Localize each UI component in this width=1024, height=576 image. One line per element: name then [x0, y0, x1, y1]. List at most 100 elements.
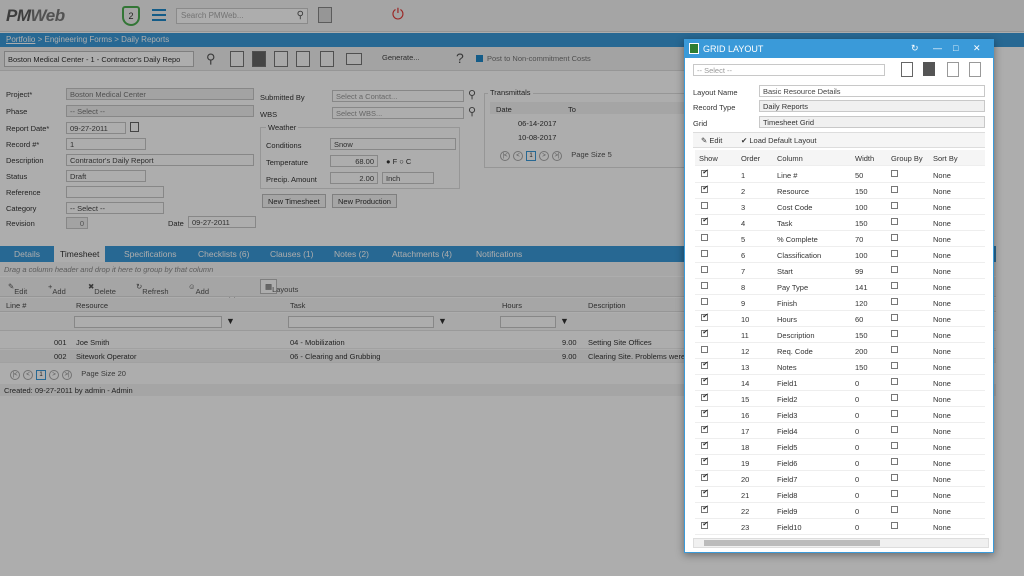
- sort-by-cell[interactable]: None: [933, 267, 951, 276]
- layout-row[interactable]: 23 Field10 0 None: [695, 519, 985, 535]
- layout-name-field[interactable]: Basic Resource Details: [759, 85, 985, 97]
- group-by-checkbox[interactable]: [891, 394, 898, 403]
- layout-row[interactable]: 6 Classification 100 None: [695, 247, 985, 263]
- group-by-checkbox[interactable]: [891, 442, 898, 451]
- width-cell[interactable]: 0: [855, 507, 859, 516]
- group-by-checkbox[interactable]: [891, 362, 898, 371]
- width-cell[interactable]: 0: [855, 523, 859, 532]
- dialog-edit-button[interactable]: ✎ Edit: [701, 136, 722, 145]
- layout-row[interactable]: 22 Field9 0 None: [695, 503, 985, 519]
- sort-by-cell[interactable]: None: [933, 299, 951, 308]
- sort-by-cell[interactable]: None: [933, 395, 951, 404]
- show-checkbox[interactable]: [701, 234, 708, 243]
- layout-row[interactable]: 2 Resource 150 None: [695, 183, 985, 199]
- group-by-checkbox[interactable]: [891, 378, 898, 387]
- group-by-checkbox[interactable]: [891, 202, 898, 211]
- width-cell[interactable]: 100: [855, 203, 868, 212]
- width-cell[interactable]: 150: [855, 219, 868, 228]
- layout-row[interactable]: 11 Description 150 None: [695, 327, 985, 343]
- width-cell[interactable]: 70: [855, 235, 863, 244]
- group-by-checkbox[interactable]: [891, 410, 898, 419]
- show-checkbox[interactable]: [701, 376, 708, 387]
- group-by-checkbox[interactable]: [891, 346, 898, 355]
- sort-by-cell[interactable]: None: [933, 459, 951, 468]
- show-checkbox[interactable]: [701, 266, 708, 275]
- width-cell[interactable]: 120: [855, 299, 868, 308]
- width-cell[interactable]: 141: [855, 283, 868, 292]
- show-checkbox[interactable]: [701, 328, 708, 339]
- refresh-icon[interactable]: ↻: [911, 43, 919, 54]
- width-cell[interactable]: 0: [855, 395, 859, 404]
- group-by-checkbox[interactable]: [891, 522, 898, 531]
- close-icon[interactable]: ✕: [973, 43, 981, 54]
- sort-by-cell[interactable]: None: [933, 363, 951, 372]
- width-cell[interactable]: 100: [855, 251, 868, 260]
- group-by-checkbox[interactable]: [891, 170, 898, 179]
- sort-by-cell[interactable]: None: [933, 251, 951, 260]
- group-by-checkbox[interactable]: [891, 298, 898, 307]
- show-checkbox[interactable]: [701, 520, 708, 531]
- width-cell[interactable]: 0: [855, 427, 859, 436]
- layout-row[interactable]: 16 Field3 0 None: [695, 407, 985, 423]
- width-cell[interactable]: 0: [855, 491, 859, 500]
- show-checkbox[interactable]: [701, 282, 708, 291]
- group-by-checkbox[interactable]: [891, 250, 898, 259]
- layout-row[interactable]: 18 Field5 0 None: [695, 439, 985, 455]
- width-cell[interactable]: 0: [855, 443, 859, 452]
- layout-row[interactable]: 7 Start 99 None: [695, 263, 985, 279]
- group-by-checkbox[interactable]: [891, 266, 898, 275]
- sort-by-cell[interactable]: None: [933, 331, 951, 340]
- layout-select[interactable]: -- Select --: [693, 64, 885, 76]
- width-cell[interactable]: 60: [855, 315, 863, 324]
- group-by-checkbox[interactable]: [891, 458, 898, 467]
- sort-by-cell[interactable]: None: [933, 171, 951, 180]
- layout-row[interactable]: 8 Pay Type 141 None: [695, 279, 985, 295]
- group-by-checkbox[interactable]: [891, 506, 898, 515]
- width-cell[interactable]: 150: [855, 331, 868, 340]
- width-cell[interactable]: 0: [855, 411, 859, 420]
- show-checkbox[interactable]: [701, 440, 708, 451]
- group-by-checkbox[interactable]: [891, 218, 898, 227]
- show-checkbox[interactable]: [701, 408, 708, 419]
- layout-row[interactable]: 13 Notes 150 None: [695, 359, 985, 375]
- width-cell[interactable]: 0: [855, 379, 859, 388]
- sort-by-cell[interactable]: None: [933, 379, 951, 388]
- layout-row[interactable]: 20 Field7 0 None: [695, 471, 985, 487]
- group-by-checkbox[interactable]: [891, 282, 898, 291]
- group-by-checkbox[interactable]: [891, 330, 898, 339]
- layout-row[interactable]: 21 Field8 0 None: [695, 487, 985, 503]
- width-cell[interactable]: 0: [855, 459, 859, 468]
- show-checkbox[interactable]: [701, 456, 708, 467]
- sort-by-cell[interactable]: None: [933, 347, 951, 356]
- show-checkbox[interactable]: [701, 504, 708, 515]
- width-cell[interactable]: 50: [855, 171, 863, 180]
- copy-layout-icon[interactable]: [969, 62, 981, 77]
- sort-by-cell[interactable]: None: [933, 443, 951, 452]
- load-default-layout-button[interactable]: ✔ Load Default Layout: [741, 136, 817, 145]
- sort-by-cell[interactable]: None: [933, 427, 951, 436]
- layout-row[interactable]: 4 Task 150 None: [695, 215, 985, 231]
- group-by-checkbox[interactable]: [891, 186, 898, 195]
- show-checkbox[interactable]: [701, 360, 708, 371]
- group-by-checkbox[interactable]: [891, 234, 898, 243]
- sort-by-cell[interactable]: None: [933, 219, 951, 228]
- show-checkbox[interactable]: [701, 488, 708, 499]
- sort-by-cell[interactable]: None: [933, 283, 951, 292]
- save-layout-icon[interactable]: [923, 62, 935, 76]
- show-checkbox[interactable]: [701, 184, 708, 195]
- show-checkbox[interactable]: [701, 346, 708, 355]
- sort-by-cell[interactable]: None: [933, 475, 951, 484]
- layout-row[interactable]: 5 % Complete 70 None: [695, 231, 985, 247]
- show-checkbox[interactable]: [701, 392, 708, 403]
- sort-by-cell[interactable]: None: [933, 187, 951, 196]
- sort-by-cell[interactable]: None: [933, 411, 951, 420]
- show-checkbox[interactable]: [701, 424, 708, 435]
- minimize-icon[interactable]: —: [933, 43, 942, 53]
- sort-by-cell[interactable]: None: [933, 235, 951, 244]
- show-checkbox[interactable]: [701, 298, 708, 307]
- width-cell[interactable]: 150: [855, 187, 868, 196]
- scrollbar-thumb[interactable]: [704, 540, 880, 546]
- group-by-checkbox[interactable]: [891, 314, 898, 323]
- group-by-checkbox[interactable]: [891, 474, 898, 483]
- show-checkbox[interactable]: [701, 202, 708, 211]
